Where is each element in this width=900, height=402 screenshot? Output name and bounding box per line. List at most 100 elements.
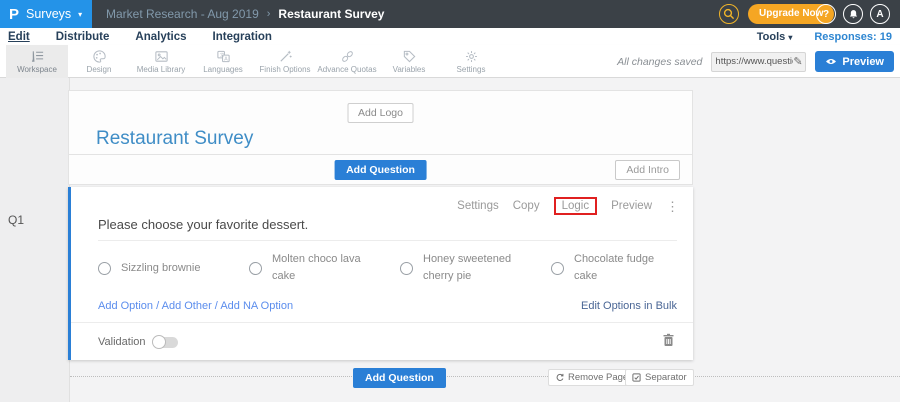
toolbar-item-design[interactable]: Design	[68, 45, 130, 78]
answer-option: Sizzling brownie	[98, 251, 249, 285]
notifications-button[interactable]	[843, 4, 863, 24]
bell-icon	[848, 9, 859, 20]
search-icon	[723, 8, 735, 20]
translate-icon: 文 A	[216, 49, 231, 64]
option-label[interactable]: Molten choco lava cake	[272, 251, 372, 285]
workspace-icon	[30, 49, 45, 64]
survey-nav: Edit Distribute Analytics Integration To…	[0, 28, 900, 45]
tag-icon	[402, 49, 417, 64]
workspace-canvas: Q1 Add Logo Restaurant Survey Add Questi…	[0, 78, 900, 402]
trash-icon	[662, 333, 675, 347]
question-preview-link[interactable]: Preview	[611, 200, 652, 212]
toolbar-item-media-library[interactable]: Media Library	[130, 45, 192, 78]
add-other-link[interactable]: Add Other	[162, 300, 212, 312]
answer-option: Honey sweetened cherry pie	[400, 251, 551, 285]
toolbar-item-label: Finish Options	[259, 65, 310, 74]
add-option-link[interactable]: Add Option	[98, 300, 153, 312]
add-intro-button[interactable]: Add Intro	[615, 160, 680, 180]
breadcrumb-separator-icon: ›	[267, 8, 271, 20]
answer-options: Sizzling brownie Molten choco lava cake …	[98, 251, 702, 285]
question-actions: Settings Copy Logic Preview ⋮	[457, 197, 679, 215]
separator-label: Separator	[645, 372, 687, 383]
eye-icon	[825, 57, 837, 66]
toolbar-item-workspace[interactable]: Workspace	[6, 45, 68, 78]
toggle-knob	[152, 335, 166, 349]
toolbar-item-finish-options[interactable]: Finish Options	[254, 45, 316, 78]
preview-button[interactable]: Preview	[815, 51, 894, 72]
toolbar-item-label: Workspace	[17, 65, 57, 74]
question-settings-link[interactable]: Settings	[457, 200, 499, 212]
question-number: Q1	[8, 213, 24, 227]
help-button[interactable]: ?	[816, 4, 836, 24]
toolbar-item-label: Languages	[203, 65, 243, 74]
tab-integration[interactable]: Integration	[213, 31, 272, 43]
magic-wand-icon	[278, 49, 293, 64]
tab-edit[interactable]: Edit	[8, 31, 30, 43]
editor-toolbar: Workspace Design Media Library 文 A	[0, 45, 900, 78]
toolbar-item-label: Advance Quotas	[317, 65, 376, 74]
option-label[interactable]: Chocolate fudge cake	[574, 251, 674, 285]
question-footer-divider	[71, 322, 693, 323]
toolbar-item-label: Media Library	[137, 65, 185, 74]
chain-links-icon	[340, 49, 355, 64]
radio-button[interactable]	[98, 262, 111, 275]
breadcrumb-current: Restaurant Survey	[278, 7, 384, 21]
radio-button[interactable]	[551, 262, 564, 275]
responses-link[interactable]: Responses: 19	[814, 31, 892, 43]
question-copy-link[interactable]: Copy	[513, 200, 540, 212]
survey-title[interactable]: Restaurant Survey	[96, 128, 253, 150]
add-question-strip: Add Question Add Intro	[69, 154, 692, 184]
svg-text:A: A	[224, 57, 228, 63]
image-icon	[154, 49, 169, 64]
toolbar-item-variables[interactable]: Variables	[378, 45, 440, 78]
surveys-menu[interactable]: P Surveys ▾	[0, 0, 92, 28]
radio-button[interactable]	[249, 262, 262, 275]
toolbar-item-settings[interactable]: Settings	[440, 45, 502, 78]
survey-url-box: ✎	[711, 52, 806, 72]
breadcrumb: Market Research - Aug 2019 › Restaurant …	[106, 0, 384, 28]
add-na-option-link[interactable]: Add NA Option	[220, 300, 293, 312]
edit-options-in-bulk-link[interactable]: Edit Options in Bulk	[581, 300, 677, 312]
top-bar: P Surveys ▾ Market Research - Aug 2019 ›…	[0, 0, 900, 28]
tools-menu[interactable]: Tools ▾	[757, 31, 793, 43]
gear-icon	[464, 49, 479, 64]
question-text[interactable]: Please choose your favorite dessert.	[98, 217, 677, 241]
link-separator: /	[153, 300, 162, 312]
add-question-button-top[interactable]: Add Question	[334, 160, 427, 180]
checkbox-checked-icon	[632, 373, 641, 382]
search-button[interactable]	[719, 4, 739, 24]
questionpro-logo-icon: P	[9, 6, 19, 23]
option-label[interactable]: Sizzling brownie	[121, 260, 200, 277]
avatar-initial: A	[876, 9, 883, 20]
chevron-down-icon: ▾	[78, 10, 82, 19]
add-question-button-bottom[interactable]: Add Question	[353, 368, 446, 388]
edit-url-icon[interactable]: ✎	[793, 55, 802, 68]
remove-page-break-icon	[555, 373, 564, 382]
question-logic-link-highlighted[interactable]: Logic	[554, 197, 598, 215]
page-break-dotted-line	[70, 376, 900, 377]
answer-option: Chocolate fudge cake	[551, 251, 702, 285]
autosave-status: All changes saved	[617, 56, 702, 68]
toolbar-item-advance-quotas[interactable]: Advance Quotas	[316, 45, 378, 78]
more-options-icon[interactable]: ⋮	[666, 200, 679, 213]
survey-header-card: Add Logo Restaurant Survey Add Question …	[68, 90, 693, 185]
toolbar-item-label: Settings	[457, 65, 486, 74]
survey-url-input[interactable]	[715, 56, 793, 67]
tab-distribute[interactable]: Distribute	[56, 31, 110, 43]
validation-toggle[interactable]	[154, 337, 178, 348]
question-mark-icon: ?	[823, 9, 829, 20]
tab-analytics[interactable]: Analytics	[135, 31, 186, 43]
avatar[interactable]: A	[870, 4, 890, 24]
add-logo-button[interactable]: Add Logo	[347, 103, 414, 123]
preview-button-label: Preview	[842, 56, 884, 68]
validation-row: Validation	[98, 330, 178, 354]
toolbar-item-languages[interactable]: 文 A Languages	[192, 45, 254, 78]
separator-button[interactable]: Separator	[625, 369, 694, 386]
radio-button[interactable]	[400, 262, 413, 275]
breadcrumb-parent[interactable]: Market Research - Aug 2019	[106, 7, 259, 21]
palette-icon	[92, 49, 107, 64]
delete-question-button[interactable]	[662, 333, 675, 352]
option-label[interactable]: Honey sweetened cherry pie	[423, 251, 523, 285]
chevron-down-icon: ▾	[788, 33, 792, 42]
surveys-menu-label: Surveys	[26, 7, 71, 21]
